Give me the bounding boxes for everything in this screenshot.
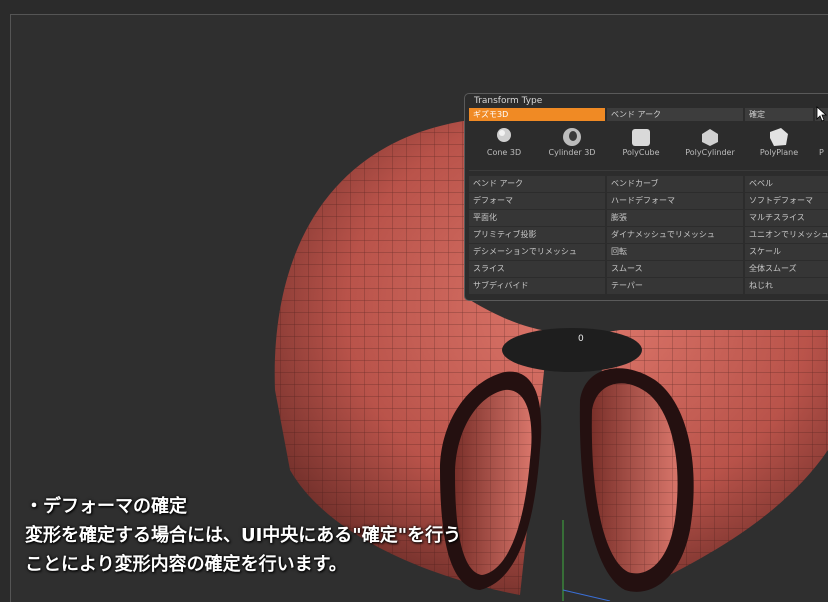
panel-divider — [469, 170, 828, 171]
deformer-primitive-project[interactable]: プリミティブ投影 — [469, 227, 605, 243]
deformer-flatten[interactable]: 平面化 — [469, 210, 605, 226]
gizmo-z-axis — [562, 589, 611, 601]
brush-cylinder3d[interactable]: Cylinder 3D — [537, 124, 607, 164]
brush-polyplane[interactable]: PolyPlane — [744, 124, 814, 164]
center-label: 0 — [578, 334, 584, 344]
cone-icon — [497, 128, 511, 142]
polycube-icon — [632, 129, 650, 146]
gizmo3d-button[interactable]: ギズモ3D — [469, 108, 605, 121]
brush-polycylinder[interactable]: PolyCylinder — [675, 124, 745, 164]
deformer-decimation-remesh[interactable]: デシメーションでリメッシュ — [469, 244, 605, 260]
deformer-union-remesh[interactable]: ユニオンでリメッシュ — [745, 227, 828, 243]
deformer-global-smooth[interactable]: 全体スムーズ — [745, 261, 828, 277]
deformer-slice[interactable]: スライス — [469, 261, 605, 277]
brush-row: Cone 3D Cylinder 3D PolyCube PolyCylinde… — [465, 124, 828, 164]
panel-title: Transform Type — [474, 96, 543, 106]
brush-label-truncated: P — [819, 148, 824, 157]
bend-arc-button[interactable]: ベンド アーク — [607, 108, 743, 121]
brush-label: Cylinder 3D — [548, 148, 596, 157]
deformer-deformer[interactable]: デフォーマ — [469, 193, 605, 209]
deformer-twist[interactable]: ねじれ — [745, 278, 828, 294]
polycylinder-icon — [702, 129, 718, 146]
deformer-smooth[interactable]: スムース — [607, 261, 743, 277]
brush-more[interactable]: P — [813, 124, 828, 164]
deformer-bend-curve[interactable]: ベンドカーブ — [607, 176, 743, 192]
brush-label: PolyCube — [622, 148, 660, 157]
brush-cone3d[interactable]: Cone 3D — [469, 124, 539, 164]
mouse-cursor-icon — [816, 106, 828, 122]
polyplane-icon — [770, 128, 788, 146]
deformer-dynamesh-remesh[interactable]: ダイナメッシュでリメッシュ — [607, 227, 743, 243]
deformer-soft[interactable]: ソフトデフォーマ — [745, 193, 828, 209]
brush-label: PolyCylinder — [685, 148, 735, 157]
deformer-rotate[interactable]: 回転 — [607, 244, 743, 260]
deformer-subdivide[interactable]: サブディバイド — [469, 278, 605, 294]
deformer-taper[interactable]: テーパー — [607, 278, 743, 294]
deformer-scale[interactable]: スケール — [745, 244, 828, 260]
torus-hole — [502, 328, 642, 372]
brush-label: PolyPlane — [759, 148, 799, 157]
caption-line-2: 変形を確定する場合には、UI中央にある"確定"を行う — [25, 525, 462, 546]
deformer-hard[interactable]: ハードデフォーマ — [607, 193, 743, 209]
transform-type-panel: Transform Type ギズモ3D ベンド アーク 確定 I Cone 3… — [464, 93, 828, 301]
deformer-inflate[interactable]: 膨張 — [607, 210, 743, 226]
brush-polycube[interactable]: PolyCube — [606, 124, 676, 164]
caption-line-3: ことにより変形内容の確定を行います。 — [25, 554, 347, 575]
deformer-bend-arc[interactable]: ベンド アーク — [469, 176, 605, 192]
confirm-button[interactable]: 確定 — [745, 108, 813, 121]
cylinder-icon — [563, 128, 581, 146]
deformer-multislice[interactable]: マルチスライス — [745, 210, 828, 226]
deformer-bevel[interactable]: ベベル — [745, 176, 828, 192]
caption-heading: ・デフォーマの確定 — [25, 496, 187, 517]
brush-label: Cone 3D — [486, 148, 522, 157]
